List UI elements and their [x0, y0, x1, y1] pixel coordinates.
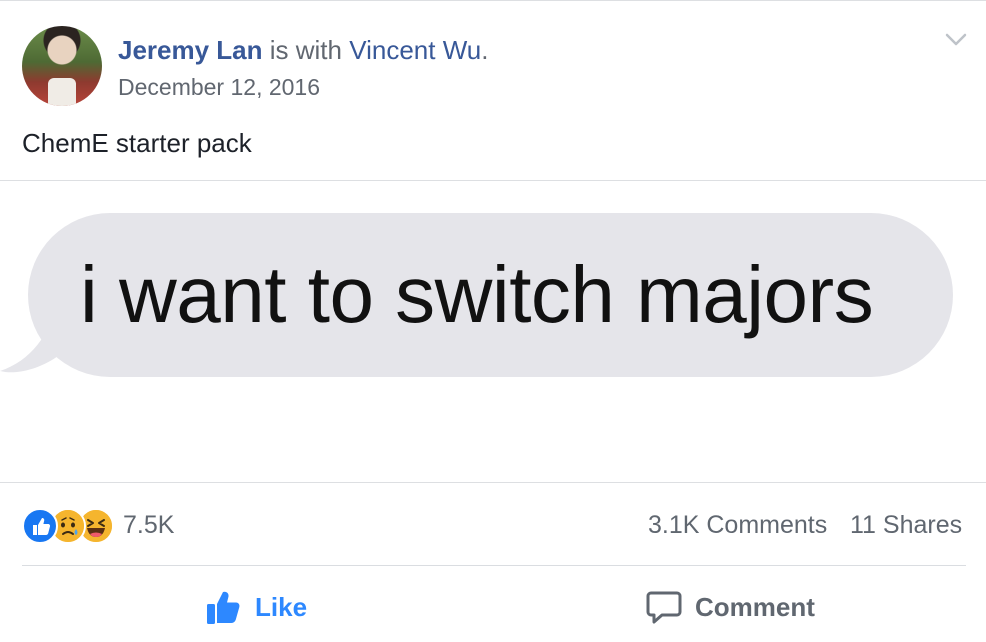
tagged-friend-link[interactable]: Vincent Wu [349, 35, 481, 65]
post-date[interactable]: December 12, 2016 [118, 73, 320, 101]
comment-button[interactable]: Comment [645, 578, 815, 636]
like-label: Like [255, 591, 308, 622]
avatar-shirt [48, 78, 76, 106]
with-text: is with [262, 35, 350, 65]
shares-count-link[interactable]: 11 Shares [850, 510, 962, 540]
post-header: Jeremy Lan is with Vincent Wu. [118, 34, 488, 66]
author-name-link[interactable]: Jeremy Lan [118, 35, 263, 65]
action-bar-divider [22, 565, 966, 566]
comments-count-link[interactable]: 3.1K Comments [648, 510, 827, 540]
author-avatar[interactable] [22, 26, 102, 106]
image-border-bottom [0, 482, 986, 483]
comment-label: Comment [695, 591, 815, 622]
post-text: ChemE starter pack [22, 128, 252, 158]
like-icon [22, 508, 58, 544]
chevron-down-icon[interactable] [944, 32, 968, 48]
reaction-count[interactable]: 7.5K [123, 510, 174, 540]
message-bubble: i want to switch majors [28, 213, 953, 377]
tagged-suffix: . [481, 35, 489, 65]
like-button[interactable]: Like [205, 578, 307, 636]
post-top-border [0, 0, 986, 1]
comment-icon [646, 591, 682, 624]
thumbs-up-icon [207, 591, 240, 624]
